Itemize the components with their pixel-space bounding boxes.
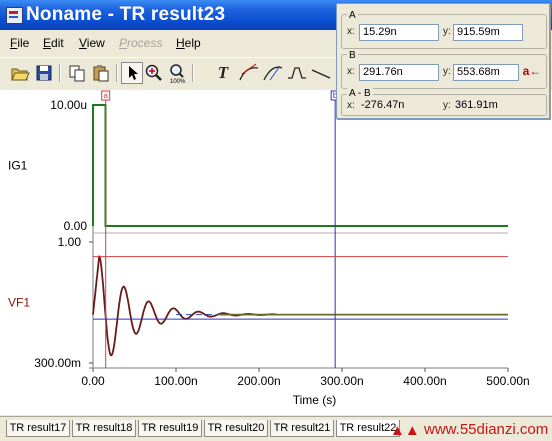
menu-view[interactable]: View <box>79 36 105 50</box>
cursor-ab-heading: A - B <box>347 88 373 99</box>
toolbar-separator <box>116 64 118 82</box>
cursor-ab-y-label: y: <box>443 100 451 111</box>
toolbar-separator <box>59 64 61 82</box>
menu-help[interactable]: Help <box>176 36 201 50</box>
vf1-name: VF1 <box>8 296 30 310</box>
text-icon[interactable]: T <box>212 62 234 84</box>
zoom-fit-icon[interactable]: 100% <box>167 62 189 85</box>
app-icon <box>6 7 23 24</box>
tab-tr-result17[interactable]: TR result17 <box>6 420 70 437</box>
pointer-icon[interactable] <box>121 62 143 84</box>
vf1-trace <box>92 255 276 357</box>
svg-text:100%: 100% <box>170 79 186 84</box>
tab-tr-result19[interactable]: TR result19 <box>138 420 202 437</box>
x-tick-label: 300.00n <box>320 374 363 388</box>
menu-process: Process <box>119 36 163 50</box>
x-tick-label: 400.00n <box>403 374 446 388</box>
menu-edit[interactable]: Edit <box>43 36 64 50</box>
ig1-ymin-label: 0.00 <box>64 219 88 233</box>
x-tick-label: 500.00n <box>486 374 529 388</box>
tab-tr-result18[interactable]: TR result18 <box>72 420 136 437</box>
x-tick-label: 100.00n <box>154 374 197 388</box>
x-axis-title: Time (s) <box>293 393 337 407</box>
vf1-ymax-label: 1.00 <box>58 235 82 249</box>
watermark-logo: ▲▲ <box>390 422 420 439</box>
ig1-name: IG1 <box>8 159 28 173</box>
cursor-b-x-label: x: <box>347 66 355 77</box>
cursor-b-heading: B <box>347 50 358 61</box>
cursor-a-y-label: y: <box>443 26 451 37</box>
cursor-a-heading: A <box>347 10 358 21</box>
ig1-ymax-label: 10.00u <box>50 98 87 112</box>
watermark: ▲▲ www.55dianzi.com <box>390 418 552 441</box>
cursor-a-x-label: x: <box>347 26 355 37</box>
chart: 0.00 100.00n 200.00n 300.00n 400.00n 500.00n T… <box>8 90 530 407</box>
watermark-text: www.55dianzi.com <box>424 421 549 438</box>
save-icon[interactable] <box>33 62 55 84</box>
x-tick-label: 0.00 <box>81 374 105 388</box>
tangent-icon[interactable] <box>238 62 260 84</box>
copy-icon[interactable] <box>66 62 88 84</box>
cursor-ab-y-value: 361.91m <box>455 99 498 111</box>
tab-tr-result21[interactable]: TR result21 <box>270 420 334 437</box>
line-icon[interactable] <box>310 62 332 84</box>
swap-cursors-button[interactable]: a← <box>521 61 543 81</box>
app-window: Noname - TR result23 File Edit View Proc… <box>0 0 552 441</box>
cursor-a-tag: a <box>103 91 108 100</box>
folder-open-icon[interactable] <box>9 62 31 84</box>
zoom-in-icon[interactable] <box>143 62 165 84</box>
paste-icon[interactable] <box>90 62 112 84</box>
cursor-a-x-field[interactable]: 15.29n <box>359 24 439 41</box>
waveform-icon[interactable] <box>286 62 308 84</box>
window-title: Noname - TR result23 <box>26 4 226 25</box>
cursor-b-y-field[interactable]: 553.68m <box>453 64 519 81</box>
cursor-ab-x-value: -276.47n <box>361 99 405 111</box>
ig1-trace <box>92 104 508 227</box>
tab-tr-result20[interactable]: TR result20 <box>204 420 268 437</box>
cursor-a-y-field[interactable]: 915.59m <box>453 24 523 41</box>
x-tick-label: 200.00n <box>237 374 280 388</box>
vf1-ymin-label: 300.00m <box>34 356 81 370</box>
menu-file[interactable]: File <box>10 36 29 50</box>
chart-area: 0.00 100.00n 200.00n 300.00n 400.00n 500.00n T… <box>0 90 552 415</box>
cursor-b-x-field[interactable]: 291.76n <box>359 64 439 81</box>
cursor-ab-x-label: x: <box>347 100 355 111</box>
cursor-b-y-label: y: <box>443 66 451 77</box>
toolbar-separator <box>192 64 194 82</box>
cursor-panel: A x: 15.29n y: 915.59m B x: 291.76n y: 5… <box>336 3 550 119</box>
slope-icon[interactable] <box>262 62 284 84</box>
